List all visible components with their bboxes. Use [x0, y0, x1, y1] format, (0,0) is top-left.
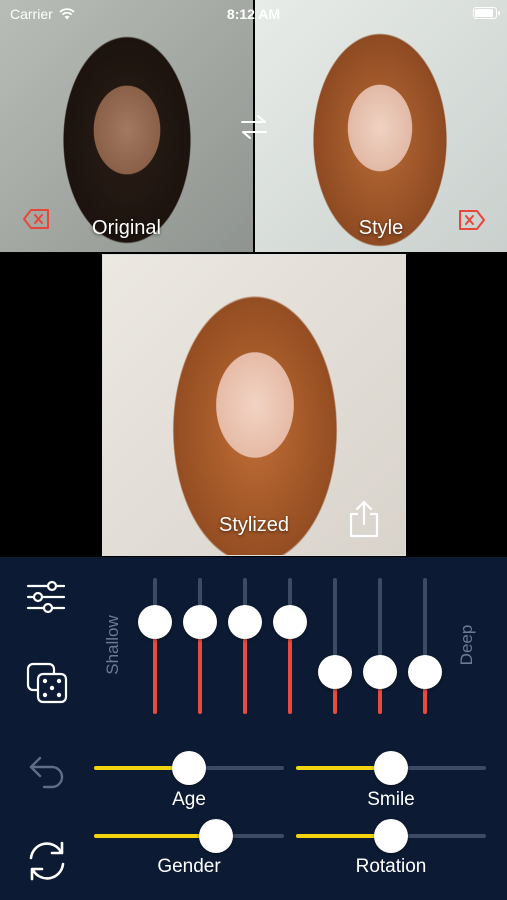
layer-slider-thumb[interactable]	[318, 654, 352, 689]
gender-slider-fill	[94, 834, 216, 838]
swap-icon[interactable]	[240, 112, 268, 142]
share-icon[interactable]	[346, 500, 382, 538]
layer-slider-thumb[interactable]	[408, 654, 442, 689]
layer-slider-track[interactable]	[153, 578, 157, 714]
sliders-icon[interactable]	[26, 580, 66, 614]
layer-slider-track[interactable]	[288, 578, 292, 714]
layer-slider-track[interactable]	[333, 578, 337, 714]
smile-label: Smile	[367, 789, 415, 810]
layer-slider-track[interactable]	[378, 578, 382, 714]
layer-slider-track[interactable]	[198, 578, 202, 714]
age-slider-thumb[interactable]	[172, 751, 206, 785]
layer-slider-thumb[interactable]	[138, 604, 172, 639]
rotation-label: Rotation	[355, 856, 427, 877]
age-label: Age	[172, 789, 206, 810]
shallow-label: Shallow	[103, 615, 122, 675]
undo-icon[interactable]	[28, 754, 66, 790]
layer-slider-track[interactable]	[423, 578, 427, 714]
layer-slider-track[interactable]	[243, 578, 247, 714]
delete-style-icon[interactable]	[458, 209, 486, 231]
gender-slider-track[interactable]	[94, 834, 284, 838]
status-time: 8:12 AM	[226, 6, 281, 22]
battery-icon	[473, 7, 500, 19]
layer-slider-thumb[interactable]	[363, 654, 397, 689]
delete-original-icon[interactable]	[22, 208, 50, 230]
dice-icon[interactable]	[26, 662, 68, 704]
status-bar: Carrier 8:12 AM	[0, 0, 507, 26]
rotation-slider-thumb[interactable]	[374, 819, 408, 853]
deep-label: Deep	[457, 624, 476, 666]
layer-slider-thumb[interactable]	[183, 604, 217, 639]
smile-slider-thumb[interactable]	[374, 751, 408, 785]
layer-slider-thumb[interactable]	[228, 604, 262, 639]
gender-slider-thumb[interactable]	[198, 819, 233, 853]
layer-slider-thumb[interactable]	[273, 604, 307, 639]
gender-label: Gender	[157, 856, 221, 877]
refresh-icon[interactable]	[24, 838, 70, 884]
